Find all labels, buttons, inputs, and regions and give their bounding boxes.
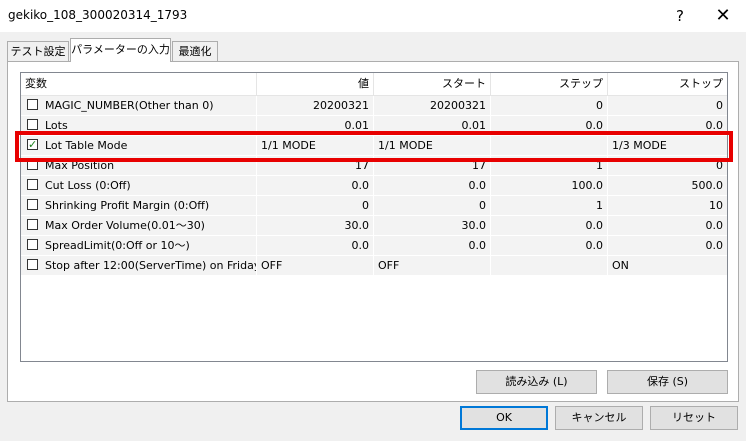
param-start[interactable]: 0 <box>374 196 491 215</box>
table-row[interactable]: SpreadLimit(0:Off or 10～) 0.0 0.0 0.0 0.… <box>21 236 727 256</box>
window-title: gekiko_108_300020314_1793 <box>8 8 188 22</box>
load-button[interactable]: 読み込み (L) <box>476 370 597 394</box>
ok-button[interactable]: OK <box>460 406 548 430</box>
param-stop[interactable]: ON <box>608 256 727 275</box>
table-row[interactable]: Shrinking Profit Margin (0:Off) 0 0 1 10 <box>21 196 727 216</box>
param-name: Max Order Volume(0.01～30) <box>21 216 257 235</box>
header-value[interactable]: 値 <box>257 73 374 95</box>
param-start[interactable]: OFF <box>374 256 491 275</box>
header-stop[interactable]: ストップ <box>608 73 727 95</box>
close-icon[interactable]: ✕ <box>700 0 746 32</box>
table-row[interactable]: Max Order Volume(0.01～30) 30.0 30.0 0.0 … <box>21 216 727 236</box>
param-step[interactable] <box>491 256 608 275</box>
param-start[interactable]: 0.0 <box>374 176 491 195</box>
table-row[interactable]: Cut Loss (0:Off) 0.0 0.0 100.0 500.0 <box>21 176 727 196</box>
header-start[interactable]: スタート <box>374 73 491 95</box>
param-start[interactable]: 20200321 <box>374 96 491 115</box>
param-stop[interactable]: 0.0 <box>608 236 727 255</box>
tab-parameter-input[interactable]: パラメーターの入力 <box>70 38 171 62</box>
tab-test-settings[interactable]: テスト設定 <box>7 41 69 61</box>
save-button[interactable]: 保存 (S) <box>607 370 728 394</box>
param-value[interactable]: OFF <box>257 256 374 275</box>
title-bar: gekiko_108_300020314_1793 ? ✕ <box>0 0 746 32</box>
highlight-box <box>15 131 733 162</box>
table-header: 変数 値 スタート ステップ ストップ <box>21 73 727 96</box>
table-row[interactable]: Stop after 12:00(ServerTime) on Friday O… <box>21 256 727 276</box>
param-value[interactable]: 30.0 <box>257 216 374 235</box>
cancel-button[interactable]: キャンセル <box>555 406 643 430</box>
param-stop[interactable]: 10 <box>608 196 727 215</box>
param-value[interactable]: 0.0 <box>257 236 374 255</box>
param-start[interactable]: 30.0 <box>374 216 491 235</box>
param-name: Shrinking Profit Margin (0:Off) <box>21 196 257 215</box>
header-variable[interactable]: 変数 <box>21 73 257 95</box>
table-row[interactable]: MAGIC_NUMBER(Other than 0) 20200321 2020… <box>21 96 727 116</box>
param-value[interactable]: 0 <box>257 196 374 215</box>
tab-optimization[interactable]: 最適化 <box>172 41 218 61</box>
param-step[interactable]: 1 <box>491 196 608 215</box>
param-start[interactable]: 0.0 <box>374 236 491 255</box>
param-step[interactable]: 0.0 <box>491 216 608 235</box>
param-name: MAGIC_NUMBER(Other than 0) <box>21 96 257 115</box>
param-step[interactable]: 0.0 <box>491 236 608 255</box>
param-step[interactable]: 100.0 <box>491 176 608 195</box>
parameter-table: 変数 値 スタート ステップ ストップ MAGIC_NUMBER(Other t… <box>20 72 728 362</box>
header-step[interactable]: ステップ <box>491 73 608 95</box>
param-name: Cut Loss (0:Off) <box>21 176 257 195</box>
param-name: Stop after 12:00(ServerTime) on Friday <box>21 256 257 275</box>
help-icon[interactable]: ? <box>660 0 700 32</box>
param-stop[interactable]: 0 <box>608 96 727 115</box>
param-value[interactable]: 20200321 <box>257 96 374 115</box>
param-step[interactable]: 0 <box>491 96 608 115</box>
param-stop[interactable]: 0.0 <box>608 216 727 235</box>
reset-button[interactable]: リセット <box>650 406 738 430</box>
param-stop[interactable]: 500.0 <box>608 176 727 195</box>
param-name: SpreadLimit(0:Off or 10～) <box>21 236 257 255</box>
param-value[interactable]: 0.0 <box>257 176 374 195</box>
